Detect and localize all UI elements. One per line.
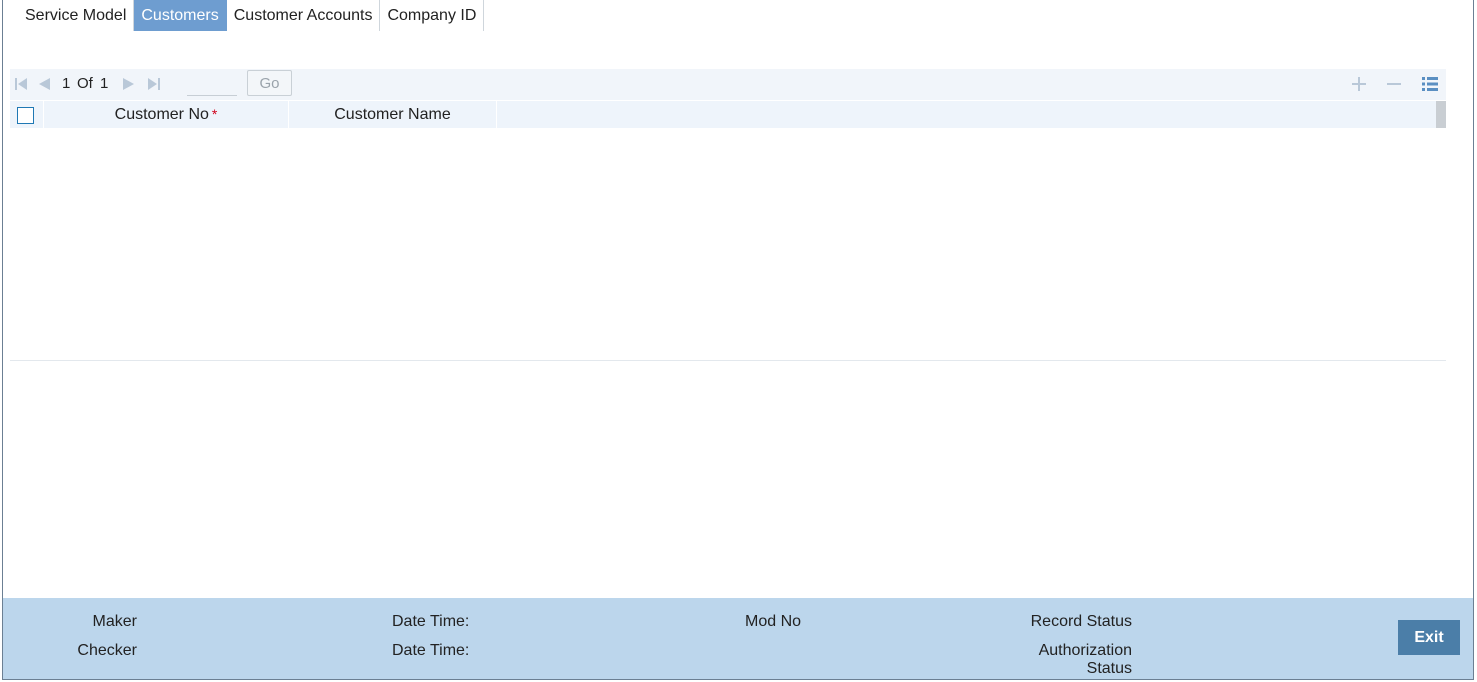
add-row-icon[interactable] xyxy=(1350,75,1368,93)
grid-scrollbar[interactable] xyxy=(1436,101,1446,128)
current-page: 1 xyxy=(62,75,71,92)
checker-datetime-label: Date Time: xyxy=(392,642,470,659)
column-header-customer-no[interactable]: Customer No * xyxy=(44,101,289,128)
grid-header: Customer No * Customer Name xyxy=(10,101,1436,128)
customers-grid: Customer No * Customer Name xyxy=(10,101,1446,361)
column-header-customer-name[interactable]: Customer Name xyxy=(289,101,497,128)
tab-company-id[interactable]: Company ID xyxy=(380,0,485,31)
maker-label: Maker xyxy=(92,613,137,630)
select-all-cell xyxy=(10,101,44,128)
exit-button[interactable]: Exit xyxy=(1398,620,1460,655)
mod-no-label: Mod No xyxy=(745,613,802,630)
select-all-checkbox[interactable] xyxy=(17,107,34,124)
go-button[interactable]: Go xyxy=(247,70,292,96)
list-view-icon[interactable] xyxy=(1421,75,1439,93)
next-page-icon[interactable] xyxy=(122,76,136,92)
column-label-customer-name: Customer Name xyxy=(334,106,451,123)
last-page-icon[interactable] xyxy=(147,76,161,92)
audit-footer: Maker Checker Date Time: Date Time: Mod … xyxy=(3,598,1473,679)
required-mark: * xyxy=(211,106,218,122)
checker-label: Checker xyxy=(77,642,137,659)
previous-page-icon[interactable] xyxy=(37,76,51,92)
first-page-icon[interactable] xyxy=(14,76,28,92)
delete-row-icon[interactable] xyxy=(1385,75,1403,93)
authorization-status-label-line2: Status xyxy=(1086,660,1132,677)
maker-datetime-label: Date Time: xyxy=(392,613,470,630)
of-label: Of xyxy=(77,75,93,92)
tab-customers[interactable]: Customers xyxy=(134,0,227,31)
record-status-label: Record Status xyxy=(1030,613,1132,630)
grid-toolbar: 1 Of 1 Go xyxy=(10,69,1446,100)
authorization-status-label-line1: Authorization xyxy=(1038,642,1132,659)
column-label-customer-no: Customer No xyxy=(114,106,209,123)
total-pages: 1 xyxy=(100,75,109,92)
tab-customer-accounts[interactable]: Customer Accounts xyxy=(227,0,381,31)
tab-service-model[interactable]: Service Model xyxy=(18,0,135,31)
page-number-input[interactable] xyxy=(187,72,237,96)
tab-bar: Service Model Customers Customer Account… xyxy=(18,0,485,31)
